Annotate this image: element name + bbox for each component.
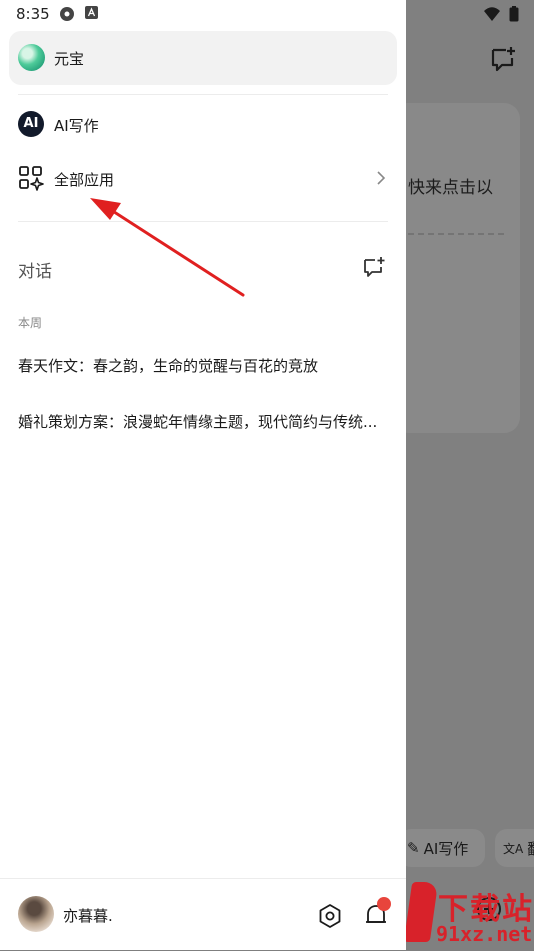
notification-badge [377, 897, 391, 911]
pen-icon: ✎ [407, 839, 420, 857]
divider [18, 94, 388, 95]
ai-writing-item[interactable]: AI AI写作 [9, 102, 397, 146]
conversations-title: 对话 [18, 262, 52, 282]
battery-icon [509, 6, 519, 22]
wifi-icon [484, 7, 500, 21]
yuanbao-label: 元宝 [54, 50, 85, 68]
new-chat-icon [491, 47, 515, 72]
history-item[interactable]: 春天作文：春之韵，生命的觉醒与百花的竞放 [18, 355, 390, 376]
background-card [392, 103, 520, 433]
new-conversation-icon[interactable] [362, 255, 386, 279]
history-item[interactable]: 婚礼策划方案：浪漫蛇年情缘主题，现代简约与传统... [18, 411, 390, 432]
status-time: 8:35 [16, 5, 50, 23]
settings-icon[interactable] [317, 903, 343, 929]
chevron-right-icon [377, 171, 386, 185]
app-notification-icon [60, 7, 74, 21]
divider [18, 221, 388, 222]
status-bar: 8:35 [0, 0, 534, 28]
avatar[interactable] [18, 896, 54, 932]
user-bar: 亦暮暮. [0, 878, 406, 951]
watermark-logo [403, 882, 439, 942]
auto-icon [85, 6, 98, 19]
translate-icon: 文A [503, 841, 524, 856]
side-drawer: 元宝 AI AI写作 全部应用 对话 本周 春天作文：春之韵，生命的觉醒与百花的… [0, 0, 406, 950]
background-card-divider [408, 233, 504, 235]
watermark-bottom-text: 91xz.net [436, 922, 533, 946]
week-group-label: 本周 [18, 316, 43, 330]
all-apps-item[interactable]: 全部应用 [9, 156, 397, 200]
translate-chip: 文A 翻 [495, 829, 534, 867]
background-card-text: 快来点击以 [408, 178, 493, 198]
all-apps-label: 全部应用 [54, 171, 115, 189]
apps-grid-icon [19, 166, 44, 191]
ai-writing-label: AI写作 [54, 117, 99, 135]
yuanbao-item[interactable]: 元宝 [9, 31, 397, 85]
user-name[interactable]: 亦暮暮. [63, 905, 113, 926]
ai-writing-chip: ✎ AI写作 [399, 829, 485, 867]
ai-writing-icon: AI [18, 111, 44, 137]
yuanbao-logo-icon [18, 44, 45, 71]
watermark: 下载站 91xz.net [403, 882, 534, 950]
